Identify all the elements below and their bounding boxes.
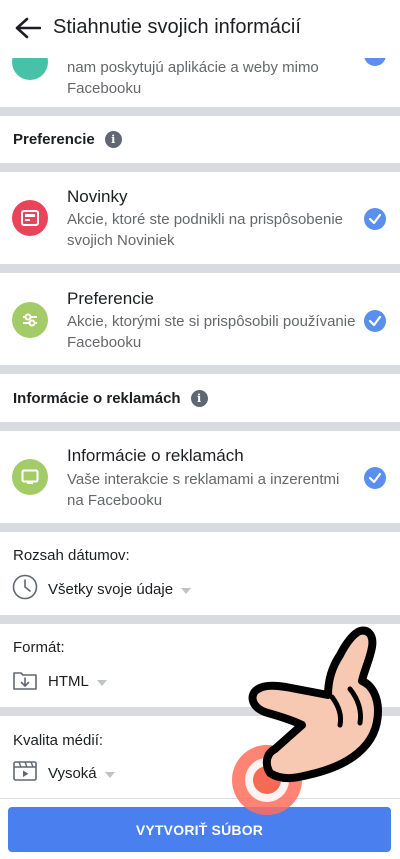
- format-dropdown[interactable]: HTML: [12, 666, 107, 697]
- section-heading-ads: Informácie o reklamách i: [13, 390, 208, 407]
- checkbox-checked-icon[interactable]: [364, 310, 386, 332]
- divider: [0, 422, 400, 431]
- divider: [0, 523, 400, 532]
- item-description: Akcie, ktoré ste podnikli na prispôsoben…: [67, 211, 343, 249]
- clock-icon: [12, 574, 38, 605]
- format-label: Formát:: [13, 639, 65, 656]
- chevron-down-icon: [104, 771, 115, 778]
- list-item-ads-information[interactable]: Informácie o reklamách Vaše interakcie s…: [0, 431, 400, 523]
- date-range-label: Rozsah dátumov:: [13, 547, 130, 564]
- checkbox-checked-icon[interactable]: [364, 208, 386, 230]
- page-title: Stiahnutie svojich informácií: [53, 16, 301, 38]
- row-description: nam poskytujú aplikácie a weby mimo Face…: [67, 59, 319, 97]
- partial-row-off-facebook[interactable]: nam poskytujú aplikácie a weby mimo Face…: [0, 44, 400, 107]
- media-quality-label: Kvalita médií:: [13, 732, 104, 749]
- media-quality-value: Vysoká: [48, 765, 97, 782]
- item-title: Novinky: [67, 187, 128, 206]
- item-title: Informácie o reklamách: [67, 446, 244, 465]
- back-arrow-icon[interactable]: [12, 12, 44, 44]
- video-icon: [12, 758, 38, 789]
- pointing-hand-icon: [242, 625, 387, 795]
- checkbox-checked-icon[interactable]: [364, 467, 386, 489]
- divider: [0, 365, 400, 374]
- section-heading-preferences: Preferencie i: [13, 131, 122, 148]
- divider: [0, 615, 400, 624]
- info-icon[interactable]: i: [104, 131, 122, 148]
- list-item-news-feed[interactable]: Novinky Akcie, ktoré ste podnikli na pri…: [0, 172, 400, 264]
- item-description: Akcie, ktorými ste si prispôsobili použí…: [67, 313, 356, 351]
- divider: [0, 163, 400, 172]
- divider: [0, 107, 400, 116]
- date-range-dropdown[interactable]: Všetky svoje údaje: [12, 574, 192, 605]
- download-folder-icon: [12, 666, 38, 697]
- top-bar: Stiahnutie svojich informácií: [0, 0, 400, 58]
- list-item-preferences[interactable]: Preferencie Akcie, ktorými ste si prispô…: [0, 273, 400, 365]
- media-quality-dropdown[interactable]: Vysoká: [12, 758, 115, 789]
- chevron-down-icon: [181, 587, 192, 594]
- preferences-sliders-icon: [12, 302, 48, 338]
- item-title: Preferencie: [67, 289, 154, 308]
- ads-screen-icon: [12, 459, 48, 495]
- info-icon[interactable]: i: [190, 390, 208, 407]
- divider: [0, 264, 400, 273]
- date-range-value: Všetky svoje údaje: [48, 581, 174, 598]
- create-file-button[interactable]: VYTVORIŤ SÚBOR: [8, 807, 391, 852]
- format-value: HTML: [48, 673, 89, 690]
- item-description: Vaše interakcie s reklamami a inzerentmi…: [67, 471, 340, 509]
- news-feed-icon: [12, 200, 48, 236]
- chevron-down-icon: [96, 679, 107, 686]
- footer-bar: VYTVORIŤ SÚBOR: [0, 798, 400, 859]
